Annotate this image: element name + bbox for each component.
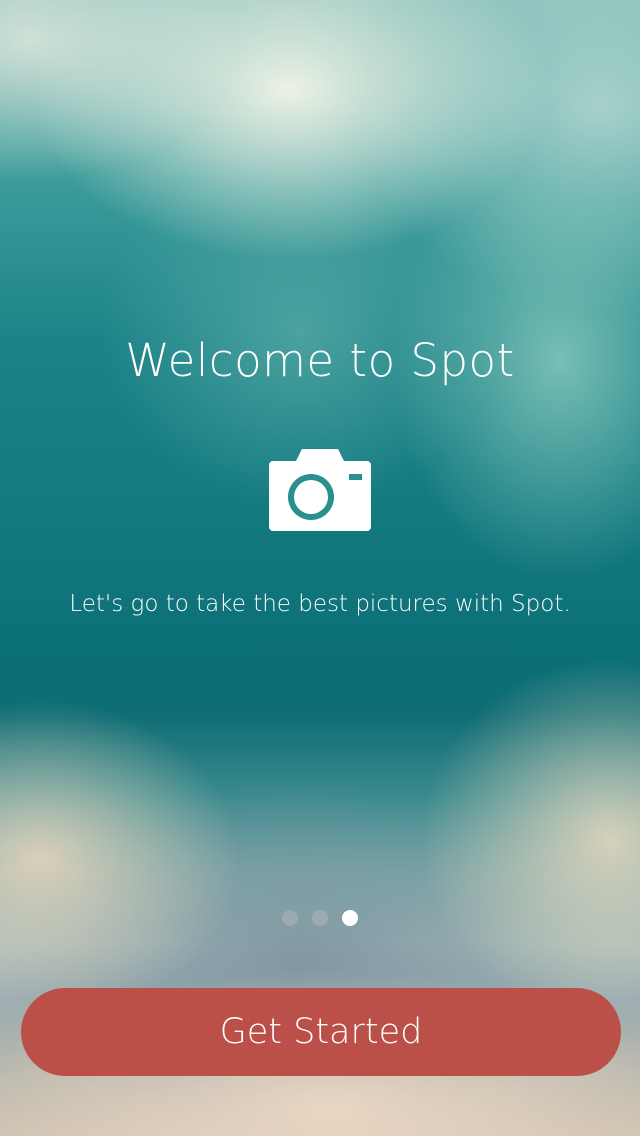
get-started-button[interactable]: Get Started	[21, 988, 621, 1076]
page-indicator[interactable]	[0, 910, 640, 926]
camera-icon	[269, 449, 371, 531]
page-dot-2[interactable]	[312, 910, 328, 926]
page-dot-1[interactable]	[282, 910, 298, 926]
welcome-subtitle: Let's go to take the best pictures with …	[69, 591, 571, 617]
welcome-screen: Welcome to Spot Let's go to take the bes…	[0, 0, 640, 1136]
welcome-title: Welcome to Spot	[125, 334, 515, 387]
page-dot-3-active[interactable]	[342, 910, 358, 926]
blurred-background	[0, 0, 640, 1136]
